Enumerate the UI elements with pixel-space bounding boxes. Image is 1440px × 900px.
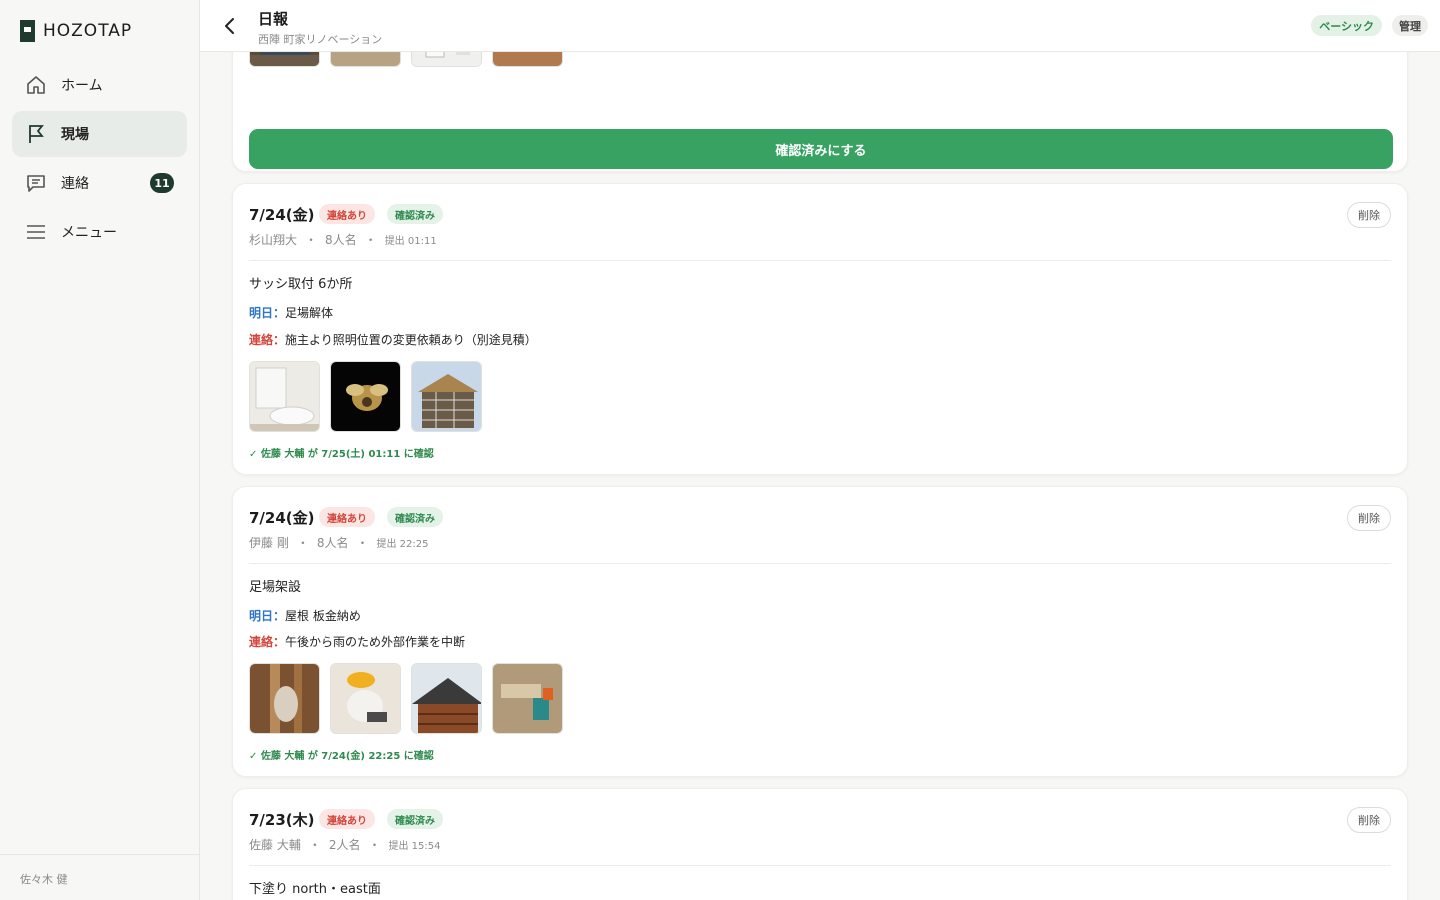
worker-count: 2人名 [328,838,361,852]
mark-confirmed-button[interactable]: 確認済みにする [249,129,1393,169]
divider [249,260,1391,261]
work-summary: サッシ取付 6か所 [249,277,353,292]
meta-separator: ・ [368,838,381,852]
report-meta: 佐藤 大輔 ・ 2人名 ・ 提出 15:54 [249,836,441,853]
photo-thumbnail[interactable] [330,663,401,734]
tomorrow-text: 足場解体 [285,306,334,320]
photo-thumbnail[interactable] [330,361,401,432]
delete-button[interactable]: 削除 [1347,807,1391,833]
contact-badge: 連絡あり [319,507,375,527]
photo-thumbnail[interactable] [249,663,320,734]
report-card: 7/24(金) 連絡あり 確認済み 伊藤 剛 ・ 8人名 ・ 提出 22:25 … [232,486,1408,777]
role-badge: 管理 [1392,15,1428,36]
current-user[interactable]: 佐々木 健 [0,854,199,900]
home-icon [25,74,47,96]
photo-thumbnail[interactable] [330,52,401,67]
tomorrow-text: 屋根 板金納め [285,609,361,623]
meta-separator: ・ [356,536,369,550]
report-author: 杉山翔大 [249,233,298,247]
contact-badge: 連絡あり [319,204,375,224]
logo-mark-icon [20,20,35,42]
page-header: 日報 西陣 町家リノベーション ベーシック 管理 [200,0,1440,52]
app-name: HOZOTAP [43,21,133,41]
sidebar-item-label: メニュー [61,225,117,241]
report-list[interactable]: 確認済みにする 7/24(金) 連絡あり 確認済み 杉山翔大 ・ 8人名 ・ 提… [200,52,1440,900]
sidebar-item-contact[interactable]: 連絡 11 [12,160,187,206]
photo-thumbnail[interactable] [492,52,563,67]
project-name: 西陣 町家リノベーション [258,33,383,46]
photo-strip [249,663,563,734]
photo-strip [249,361,482,432]
meta-separator: ・ [296,536,309,550]
sidebar-item-sites[interactable]: 現場 [12,111,187,157]
sidebar-item-label: ホーム [61,78,103,94]
photo-thumbnail[interactable] [249,361,320,432]
sidebar-item-menu[interactable]: メニュー [12,209,187,255]
contact-text: 午後から雨のため外部作業を中断 [285,635,466,649]
tomorrow-plan: 明日：屋根 板金納め [249,607,361,624]
contact-label: 連絡： [249,635,286,649]
report-date: 7/24(金) [249,206,315,224]
report-author: 伊藤 剛 [249,536,289,550]
tomorrow-label: 明日： [249,306,286,320]
report-card: 確認済みにする [232,52,1408,172]
work-summary: 下塗り north・east面 [249,882,381,897]
sidebar: HOZOTAP ホーム 現場 連絡 11 メニュー 佐々木 健 [0,0,200,900]
report-card: 7/23(木) 連絡あり 確認済み 佐藤 大輔 ・ 2人名 ・ 提出 15:54… [232,788,1408,900]
photo-thumbnail[interactable] [411,52,482,67]
sidebar-item-home[interactable]: ホーム [12,62,187,108]
menu-icon [25,221,47,243]
confirmation-note: ✓ 佐藤 大輔 が 7/24(金) 22:25 に確認 [249,751,434,762]
meta-separator: ・ [305,233,318,247]
contact-badge: 連絡あり [319,809,375,829]
plan-badge: ベーシック [1311,15,1382,36]
photo-thumbnail[interactable] [492,663,563,734]
report-date: 7/23(木) [249,811,315,829]
photo-thumbnail[interactable] [249,52,320,67]
chat-icon [25,172,47,194]
worker-count: 8人名 [316,536,349,550]
report-date: 7/24(金) [249,509,315,527]
divider [249,563,1391,564]
confirmed-badge: 確認済み [387,809,443,829]
sidebar-nav: ホーム 現場 連絡 11 メニュー [12,62,187,258]
contact-label: 連絡： [249,333,286,347]
unread-count-badge: 11 [150,173,174,193]
report-author: 佐藤 大輔 [249,838,301,852]
meta-separator: ・ [308,838,321,852]
report-meta: 杉山翔大 ・ 8人名 ・ 提出 01:11 [249,231,437,248]
contact-note: 連絡：午後から雨のため外部作業を中断 [249,633,465,650]
contact-text: 施主より照明位置の変更依頼あり（別途見積） [285,333,537,347]
contact-note: 連絡：施主より照明位置の変更依頼あり（別途見積） [249,331,537,348]
photo-thumbnail[interactable] [411,663,482,734]
back-button[interactable] [218,14,242,38]
worker-count: 8人名 [325,233,357,247]
sidebar-item-label: 現場 [61,127,89,143]
photo-thumbnail[interactable] [411,361,482,432]
page-title: 日報 [258,10,289,28]
confirmed-badge: 確認済み [387,507,443,527]
sidebar-item-label: 連絡 [61,176,89,192]
submitted-time: 提出 01:11 [384,236,437,247]
chevron-left-icon [225,18,234,34]
submitted-time: 提出 22:25 [376,539,429,550]
delete-button[interactable]: 削除 [1347,505,1391,531]
confirmation-note: ✓ 佐藤 大輔 が 7/25(土) 01:11 に確認 [249,449,434,460]
submitted-time: 提出 15:54 [388,841,441,852]
delete-button[interactable]: 削除 [1347,202,1391,228]
work-summary: 足場架設 [249,580,302,595]
photo-strip [249,52,563,67]
divider [249,865,1391,866]
tomorrow-label: 明日： [249,609,286,623]
report-card: 7/24(金) 連絡あり 確認済み 杉山翔大 ・ 8人名 ・ 提出 01:11 … [232,183,1408,475]
tomorrow-plan: 明日：足場解体 [249,304,333,321]
flag-icon [25,123,47,145]
report-meta: 伊藤 剛 ・ 8人名 ・ 提出 22:25 [249,534,429,551]
meta-separator: ・ [364,233,377,247]
app-logo[interactable]: HOZOTAP [20,20,132,42]
confirmed-badge: 確認済み [387,204,443,224]
